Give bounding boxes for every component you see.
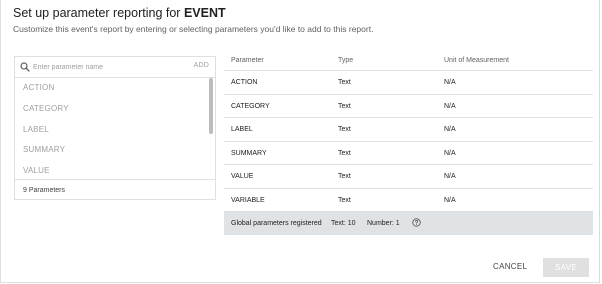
table-row[interactable]: VARIABLE Text N/A (224, 189, 593, 212)
search-input[interactable] (33, 61, 183, 73)
cell-type: Text (338, 173, 351, 180)
add-button[interactable]: ADD (194, 62, 209, 69)
list-item[interactable]: ACTION (15, 78, 215, 99)
cell-parameter: ACTION (231, 79, 258, 86)
cell-parameter: SUMMARY (231, 149, 267, 157)
cell-unit: N/A (444, 126, 456, 133)
cell-parameter: VARIABLE (231, 196, 265, 204)
save-button[interactable]: SAVE (543, 258, 589, 277)
list-scrollbar[interactable] (209, 78, 213, 134)
cell-unit: N/A (444, 149, 456, 157)
cell-parameter: LABEL (231, 126, 253, 133)
title-event-name: EVENT (183, 6, 226, 20)
column-header-parameter: Parameter (231, 57, 264, 64)
parameter-count: 9 Parameters (15, 179, 215, 200)
column-header-type: Type (338, 57, 354, 64)
text-count: Text: 10 (331, 220, 356, 227)
cell-type: Text (338, 126, 351, 133)
search-icon (20, 62, 30, 72)
cell-type: Text (338, 196, 351, 204)
table-row[interactable]: SUMMARY Text N/A (224, 142, 593, 165)
list-item[interactable]: CATEGORY (15, 99, 215, 120)
cancel-button[interactable]: CANCEL (493, 262, 527, 271)
table-row[interactable]: CATEGORY Text N/A (224, 95, 593, 118)
global-parameters-summary: Global parameters registered Text: 10 Nu… (224, 212, 593, 235)
title-prefix: Set up parameter reporting for (13, 6, 184, 20)
cell-parameter: VALUE (231, 173, 254, 180)
table-row[interactable]: ACTION Text N/A (224, 71, 593, 95)
dialog-subtitle: Customize this event's report by enterin… (13, 24, 374, 34)
dialog-title: Set up parameter reporting for EVENT (13, 6, 226, 20)
table-row[interactable]: VALUE Text N/A (224, 165, 593, 189)
cell-unit: N/A (444, 196, 456, 204)
cell-parameter: CATEGORY (231, 102, 270, 110)
help-circle-icon[interactable] (412, 218, 421, 227)
number-count: Number: 1 (367, 220, 400, 227)
setup-dialog: Set up parameter reporting for EVENT Cus… (0, 0, 600, 283)
cell-type: Text (338, 79, 351, 86)
search-row: ADD (15, 57, 215, 78)
cell-unit: N/A (444, 173, 456, 180)
cell-type: Text (338, 149, 351, 157)
parameter-list: ACTION CATEGORY LABEL SUMMARY VALUE (15, 78, 215, 182)
parameter-picker: ADD ACTION CATEGORY LABEL SUMMARY VALUE … (14, 56, 216, 200)
cell-unit: N/A (444, 79, 456, 86)
global-params-label: Global parameters registered (231, 220, 322, 227)
table-row[interactable]: LABEL Text N/A (224, 118, 593, 142)
list-item[interactable]: SUMMARY (15, 140, 215, 161)
list-item[interactable]: LABEL (15, 120, 215, 141)
cell-unit: N/A (444, 102, 456, 110)
column-header-unit: Unit of Measurement (444, 57, 509, 64)
table-header: Parameter Type Unit of Measurement (224, 54, 593, 71)
cell-type: Text (338, 102, 351, 110)
parameters-table: Parameter Type Unit of Measurement ACTIO… (224, 54, 593, 235)
